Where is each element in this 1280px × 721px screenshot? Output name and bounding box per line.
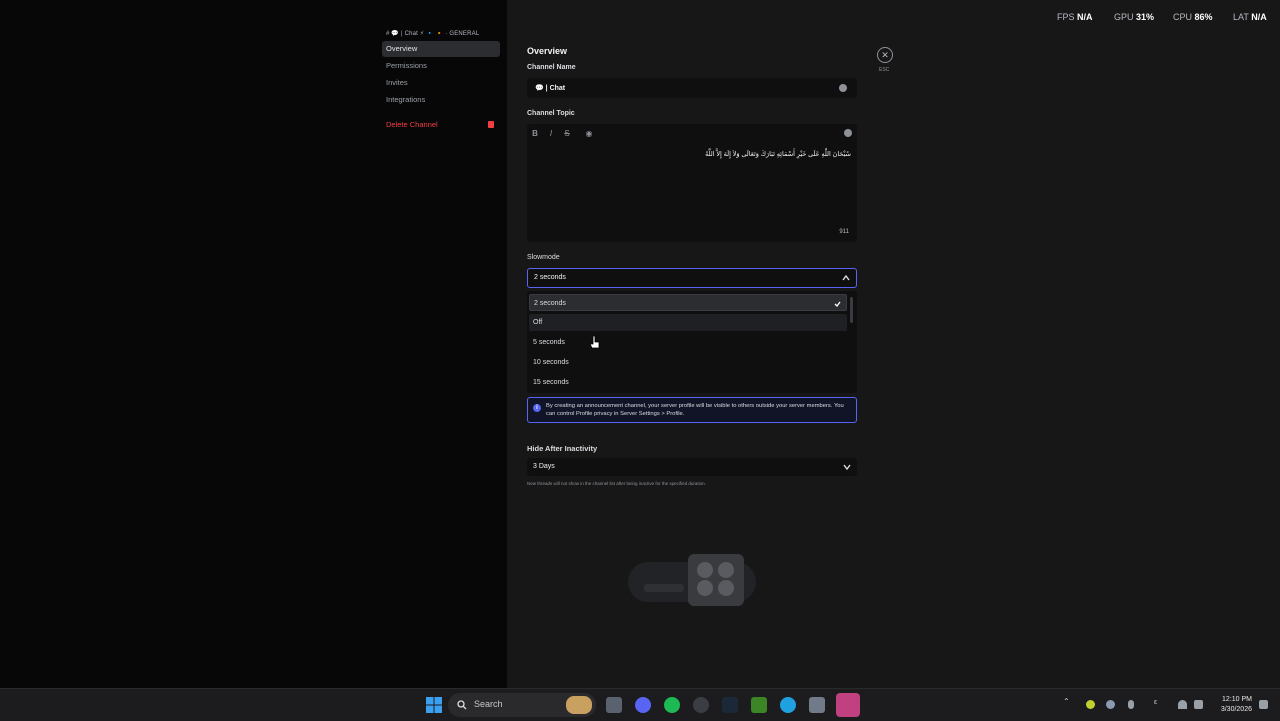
channel-name-label: Channel Name xyxy=(527,64,576,71)
chevron-up-icon xyxy=(842,275,850,281)
channel-name-value: 💬 | Chat xyxy=(535,85,566,92)
settings-gear-icon[interactable] xyxy=(809,697,825,713)
tray-network-icon[interactable] xyxy=(1106,700,1115,709)
esc-label: ESC xyxy=(879,67,890,73)
character-count: 911 xyxy=(839,229,849,235)
slowmode-option[interactable]: 15 seconds xyxy=(529,374,847,391)
channel-topic-input[interactable]: B I S ◉ سُبْحَانَ اللَّهِ عَلَى خَيْرِ أ… xyxy=(527,124,857,242)
search-icon xyxy=(457,700,467,710)
strikethrough-icon[interactable]: S xyxy=(562,129,572,138)
empty-state-illustration xyxy=(628,554,756,606)
dropdown-scrollbar[interactable] xyxy=(850,297,853,323)
emoji-icon[interactable] xyxy=(844,129,852,137)
check-icon xyxy=(834,301,841,307)
wifi-icon[interactable] xyxy=(1178,700,1187,709)
edge-icon[interactable] xyxy=(780,697,796,713)
chevron-down-icon xyxy=(843,464,851,470)
info-notice: i By creating an announcement channel, y… xyxy=(527,397,857,423)
tray-app-icon[interactable] xyxy=(1086,700,1095,709)
slowmode-option[interactable]: Off xyxy=(529,314,847,331)
trash-icon xyxy=(488,121,494,128)
sidebar-item-integrations[interactable]: Integrations xyxy=(382,92,500,108)
delete-channel-label: Delete Channel xyxy=(386,120,438,129)
spotify-icon[interactable] xyxy=(664,697,680,713)
windows-start-icon[interactable] xyxy=(426,697,442,713)
page-title: Overview xyxy=(527,46,568,56)
keyboard-language-icon[interactable]: ε xyxy=(1154,699,1163,708)
spoiler-eye-icon[interactable]: ◉ xyxy=(584,129,594,138)
steam-icon[interactable] xyxy=(722,697,738,713)
hide-after-label: Hide After Inactivity xyxy=(527,444,598,453)
hide-after-hint: New threads will not show in the channel… xyxy=(527,481,706,486)
slowmode-label: Slowmode xyxy=(527,254,560,261)
slowmode-selected-value: 2 seconds xyxy=(534,274,566,281)
gpu-readout: GPU 31% xyxy=(1114,12,1155,22)
file-explorer-icon[interactable] xyxy=(606,697,622,713)
app-icon[interactable] xyxy=(693,697,709,713)
settings-sidebar: # 💬 | Chat ⚡ 🔹 🔸 · GENERAL Overview Perm… xyxy=(0,0,507,688)
tray-chevron-icon[interactable]: ⌃ xyxy=(1063,697,1072,706)
hide-after-value: 3 Days xyxy=(533,463,555,470)
sidebar-item-permissions[interactable]: Permissions xyxy=(382,58,500,74)
bold-icon[interactable]: B xyxy=(530,129,540,138)
sidebar-category-header: # 💬 | Chat ⚡ 🔹 🔸 · GENERAL xyxy=(386,31,480,37)
sidebar-item-delete-channel[interactable]: Delete Channel xyxy=(382,117,500,133)
taskbar: Search ⌃ ε 12:10 PM 3/30/2026 xyxy=(0,688,1280,721)
latency-readout: LAT N/A xyxy=(1233,12,1267,22)
slowmode-select[interactable]: 2 seconds xyxy=(527,268,857,288)
microphone-icon[interactable] xyxy=(1128,700,1134,709)
taskbar-clock[interactable]: 12:10 PM 3/30/2026 xyxy=(1208,695,1252,715)
fps-readout: FPS N/A xyxy=(1057,12,1093,22)
volume-icon[interactable] xyxy=(1194,700,1203,709)
channel-topic-label: Channel Topic xyxy=(527,110,575,117)
discord-icon[interactable] xyxy=(635,697,651,713)
xbox-icon[interactable] xyxy=(751,697,767,713)
search-label: Search xyxy=(474,699,503,709)
notification-bell-icon[interactable] xyxy=(1259,700,1268,709)
channel-name-input[interactable]: 💬 | Chat xyxy=(527,78,857,98)
option-label: 2 seconds xyxy=(534,300,566,307)
search-highlight-icon xyxy=(566,696,592,714)
info-icon: i xyxy=(533,404,541,412)
close-button[interactable]: ✕ xyxy=(877,47,893,63)
hide-after-select[interactable]: 3 Days xyxy=(527,458,857,476)
slowmode-option[interactable]: 2 seconds xyxy=(529,294,847,311)
emoji-icon[interactable] xyxy=(839,84,847,92)
taskbar-search[interactable]: Search xyxy=(448,693,596,717)
clock-date: 3/30/2026 xyxy=(1220,706,1252,713)
channel-topic-value: سُبْحَانَ اللَّهِ عَلَى خَيْرِ أَسْمَائِ… xyxy=(705,151,851,158)
sidebar-item-overview[interactable]: Overview xyxy=(382,41,500,57)
slowmode-dropdown: 2 seconds Off 5 seconds 10 seconds 15 se… xyxy=(527,291,857,393)
slowmode-option[interactable]: 5 seconds xyxy=(529,334,847,351)
slowmode-option[interactable]: 10 seconds xyxy=(529,354,847,371)
hand-cursor-icon xyxy=(589,335,600,349)
info-notice-text: By creating an announcement channel, you… xyxy=(546,403,844,417)
cpu-readout: CPU 86% xyxy=(1173,12,1213,22)
clock-time: 12:10 PM xyxy=(1222,696,1252,703)
active-app-icon[interactable] xyxy=(836,693,860,717)
sidebar-item-invites[interactable]: Invites xyxy=(382,75,500,91)
italic-icon[interactable]: I xyxy=(546,129,556,138)
